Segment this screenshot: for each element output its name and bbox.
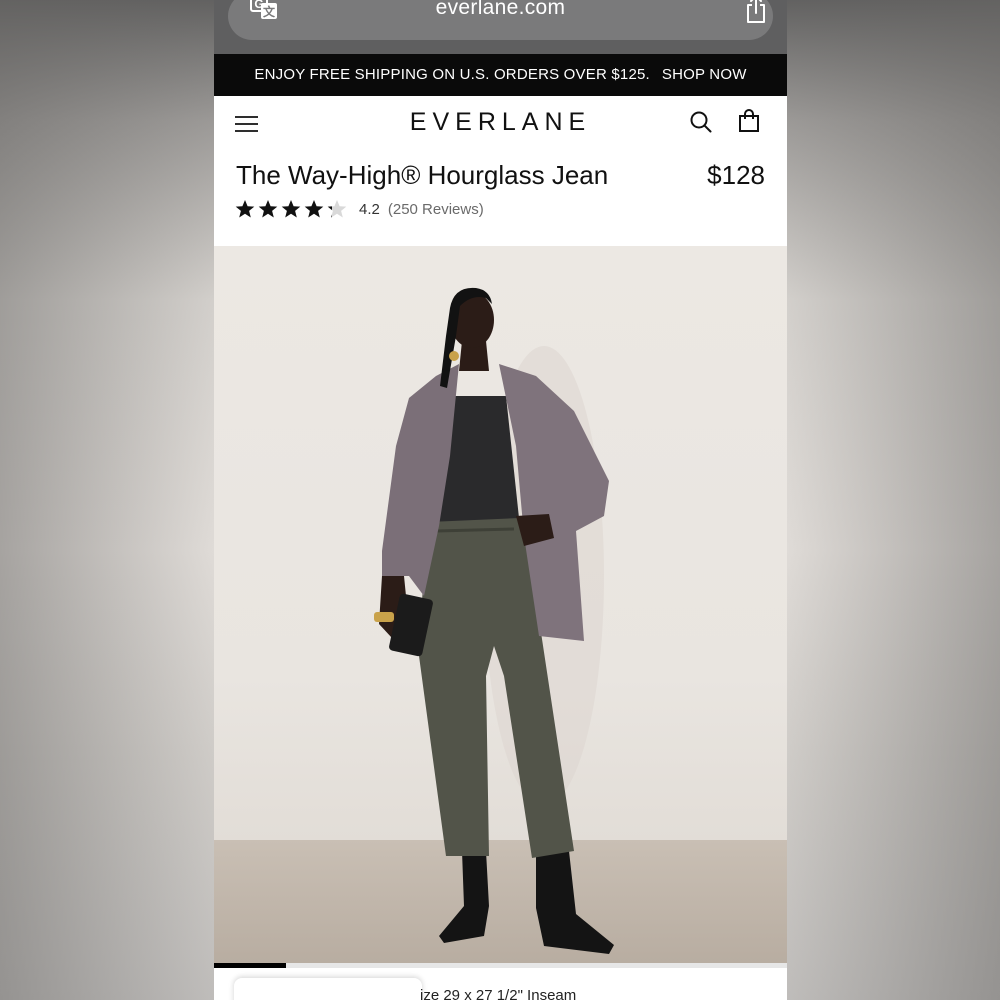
address-bar[interactable]: G 文 everlane.com — [228, 0, 773, 40]
review-count-link[interactable]: (250 Reviews) — [388, 201, 484, 218]
product-title: The Way-High® Hourglass Jean — [236, 160, 609, 190]
shop-now-link[interactable]: SHOP NOW — [662, 66, 747, 83]
share-icon[interactable] — [744, 0, 768, 24]
browser-toolbar: G 文 everlane.com — [214, 0, 787, 54]
mobile-browser-viewport: G 文 everlane.com ENJOY FREE SHIPPING ON … — [214, 0, 787, 1000]
star-icon — [235, 200, 255, 218]
floating-card[interactable] — [234, 978, 422, 1000]
promo-banner[interactable]: ENJOY FREE SHIPPING ON U.S. ORDERS OVER … — [214, 54, 787, 96]
url-text[interactable]: everlane.com — [228, 0, 773, 20]
background-left — [0, 0, 214, 1000]
star-icon — [258, 200, 278, 218]
size-inseam-text: ize 29 x 27 1/2" Inseam — [420, 987, 577, 1000]
star-half-icon — [327, 200, 347, 218]
star-icon — [281, 200, 301, 218]
search-icon[interactable] — [690, 111, 712, 133]
background-right — [787, 0, 1000, 1000]
model-illustration — [374, 287, 614, 954]
right-boot — [536, 851, 614, 954]
product-image[interactable] — [214, 246, 787, 963]
shopping-bag-icon[interactable] — [738, 109, 760, 133]
promo-text: ENJOY FREE SHIPPING ON U.S. ORDERS OVER … — [254, 66, 650, 83]
star-icon — [304, 200, 324, 218]
product-price: $128 — [707, 160, 765, 190]
site-header: EVERLANE — [214, 96, 787, 152]
left-boot — [439, 851, 489, 943]
product-details-area: ize 29 x 27 1/2" Inseam — [214, 968, 787, 1000]
product-summary: The Way-High® Hourglass Jean $128 4.2 (2… — [214, 152, 787, 246]
rating-value: 4.2 — [359, 200, 380, 218]
product-rating[interactable]: 4.2 (250 Reviews) — [235, 198, 484, 220]
